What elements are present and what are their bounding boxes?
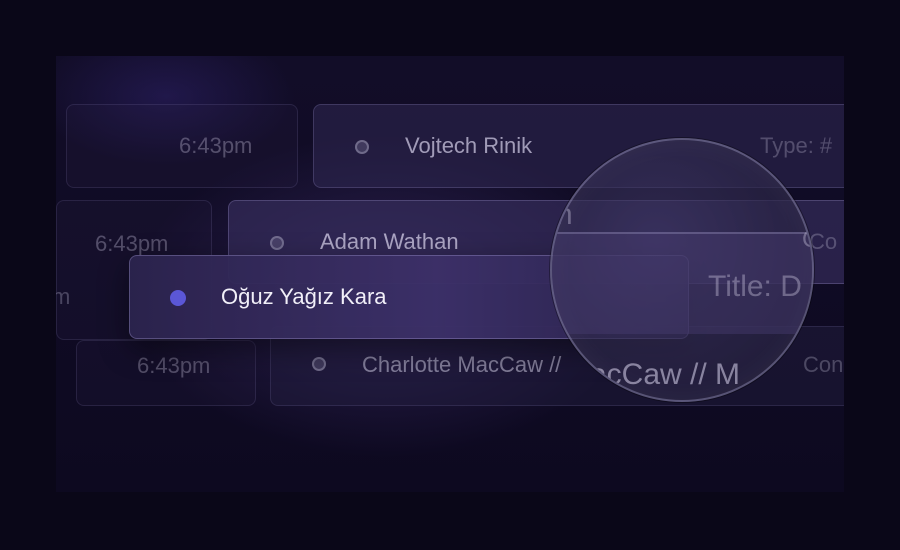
row2-name: Adam Wathan — [320, 229, 459, 254]
row3-left-partial: m — [56, 284, 71, 309]
active-status-dot-icon — [170, 290, 186, 306]
status-dot-icon — [270, 236, 284, 250]
magnifier-title-text: Title: D — [708, 270, 802, 303]
row1-time-card[interactable]: 6:43pm — [66, 104, 298, 188]
row2-time: 6:43pm — [95, 231, 169, 256]
status-dot-icon — [355, 140, 369, 154]
magnifier-top-partial: n — [556, 198, 573, 231]
row4-time: 6:43pm — [137, 353, 211, 378]
magnifier-lens: n Co Title: D acCaw // M — [550, 138, 814, 402]
row3-name: Oğuz Yağız Kara — [221, 284, 387, 309]
status-dot-icon — [312, 357, 326, 371]
row1-name: Vojtech Rinik — [405, 133, 533, 158]
row4-time-card[interactable]: 6:43pm — [76, 340, 256, 406]
row1-time: 6:43pm — [179, 133, 253, 158]
row2-meta: Co — [809, 229, 838, 254]
row4-name: Charlotte MacCaw // — [362, 352, 562, 377]
row1-meta: Type: # — [760, 133, 833, 158]
magnifier-name-text: acCaw // M — [590, 358, 741, 391]
row4-meta: Con — [803, 352, 844, 377]
